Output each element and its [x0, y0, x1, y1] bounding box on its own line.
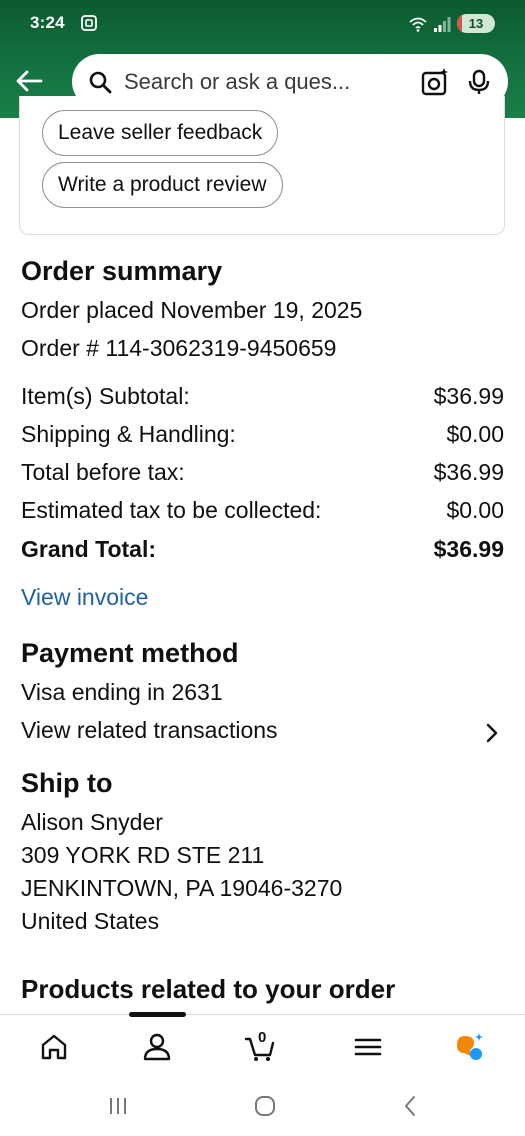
screenshot-icon: [81, 15, 97, 31]
ship-to-name: Alison Snyder: [21, 809, 163, 835]
line-value: $36.99: [433, 459, 504, 485]
leave-seller-feedback-button[interactable]: Leave seller feedback: [42, 110, 279, 156]
home-button-icon[interactable]: [253, 1094, 277, 1118]
battery-indicator: 13: [457, 14, 495, 33]
estimated-tax-row: Estimated tax to be collected: $0.00: [21, 497, 504, 524]
system-back-icon[interactable]: [399, 1094, 423, 1118]
total-before-tax-row: Total before tax: $36.99: [21, 459, 504, 486]
line-label: Total before tax:: [21, 459, 185, 485]
wifi-icon: [409, 17, 427, 32]
camera-search-icon[interactable]: [420, 67, 450, 97]
signal-icon: [434, 16, 451, 32]
line-label: Shipping & Handling:: [21, 421, 236, 447]
shipping-row: Shipping & Handling: $0.00: [21, 421, 504, 448]
view-related-transactions-label: View related transactions: [21, 717, 278, 743]
active-tab-indicator: [129, 1012, 186, 1017]
bottom-navigation: 0: [0, 1012, 525, 1076]
view-invoice-link[interactable]: View invoice: [21, 584, 148, 611]
line-value: $0.00: [446, 497, 504, 523]
menu-icon[interactable]: [352, 1031, 384, 1063]
order-number-line: Order # 114-3062319-9450659: [21, 335, 336, 362]
back-button[interactable]: [12, 66, 46, 96]
line-label: Estimated tax to be collected:: [21, 497, 322, 523]
write-product-review-button[interactable]: Write a product review: [42, 162, 283, 208]
search-input[interactable]: Search or ask a ques...: [124, 69, 412, 95]
subtotal-row: Item(s) Subtotal: $36.99: [21, 383, 504, 410]
recent-apps-icon[interactable]: [106, 1094, 130, 1118]
assistant-icon[interactable]: [453, 1031, 485, 1063]
ship-to-city: JENKINTOWN, PA 19046-3270: [21, 875, 343, 901]
payment-card: Visa ending in 2631: [21, 679, 223, 705]
order-placed-label: Order placed: [21, 297, 154, 323]
search-icon: [89, 71, 112, 93]
related-products-title: Products related to your order: [21, 974, 396, 1004]
payment-method-title: Payment method: [21, 638, 239, 668]
view-related-transactions-row[interactable]: View related transactions: [0, 712, 525, 752]
order-actions-card: Leave seller feedback Write a product re…: [19, 96, 505, 235]
status-bar: 3:24 13: [0, 0, 525, 48]
order-summary-title: Order summary: [21, 256, 223, 286]
ship-to-street: 309 YORK RD STE 211: [21, 842, 265, 868]
grand-total-value: $36.99: [433, 536, 504, 562]
order-placed-line: Order placed November 19, 2025: [21, 297, 362, 324]
line-value: $36.99: [433, 383, 504, 409]
cart-count: 0: [258, 1029, 267, 1046]
battery-level: 13: [468, 16, 484, 31]
home-icon[interactable]: [38, 1031, 70, 1063]
ship-to-country: United States: [21, 908, 160, 934]
line-label: Item(s) Subtotal:: [21, 383, 190, 409]
order-placed-date: November 19, 2025: [160, 297, 363, 323]
order-number: 114-3062319-9450659: [105, 335, 337, 361]
microphone-icon[interactable]: [466, 69, 492, 95]
chevron-right-icon: [486, 723, 498, 743]
line-value: $0.00: [446, 421, 504, 447]
status-time: 3:24: [30, 13, 65, 32]
system-navigation-bar: [0, 1076, 525, 1136]
account-icon[interactable]: [141, 1031, 173, 1063]
status-indicators: 13: [409, 14, 495, 33]
order-number-label: Order #: [21, 335, 99, 361]
back-arrow-icon: [16, 70, 43, 92]
grand-total-row: Grand Total: $36.99: [21, 536, 504, 563]
grand-total-label: Grand Total:: [21, 536, 157, 562]
ship-to-title: Ship to: [21, 768, 113, 798]
